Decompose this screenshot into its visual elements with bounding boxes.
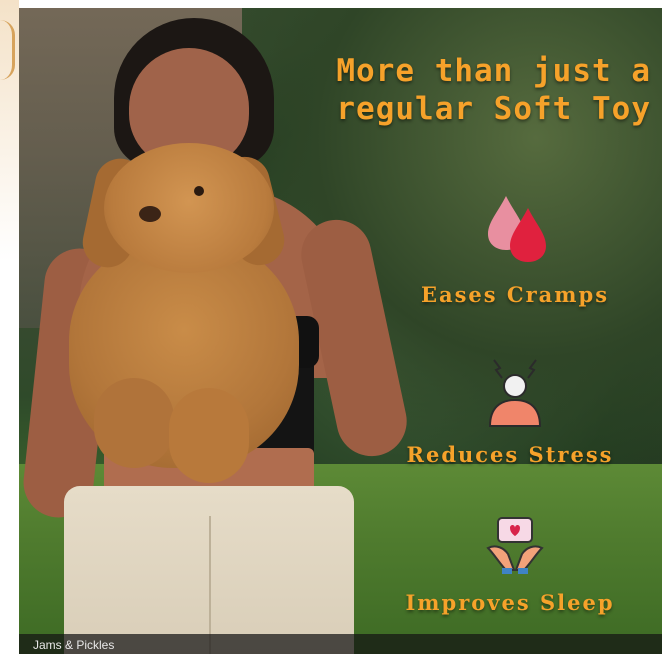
headline-line-2: regular Soft Toy: [336, 91, 651, 127]
feature-eases-cramps: Eases Cramps: [420, 282, 610, 307]
teddy-head: [104, 143, 274, 273]
pillow-heart-icon: [486, 517, 544, 574]
feature-improves-sleep: Improves Sleep: [405, 590, 615, 615]
person-beige-pants: [64, 486, 354, 654]
water-drops-icon: [488, 196, 546, 262]
headline-line-1: More than just a: [336, 53, 651, 89]
stressed-person-icon: [488, 359, 542, 427]
teddy-leg-right: [169, 388, 249, 483]
teddy-leg-left: [94, 378, 174, 468]
feature-reduces-stress: Reduces Stress: [406, 442, 614, 467]
teddy-nose: [139, 206, 161, 222]
headline: More than just a regular Soft Toy: [311, 52, 651, 128]
caption-bar: [19, 634, 662, 654]
decorative-arc: [0, 20, 15, 80]
caption-text: Jams & Pickles: [33, 638, 115, 652]
teddy-eye: [194, 186, 204, 196]
left-edge-strip: [0, 0, 19, 654]
